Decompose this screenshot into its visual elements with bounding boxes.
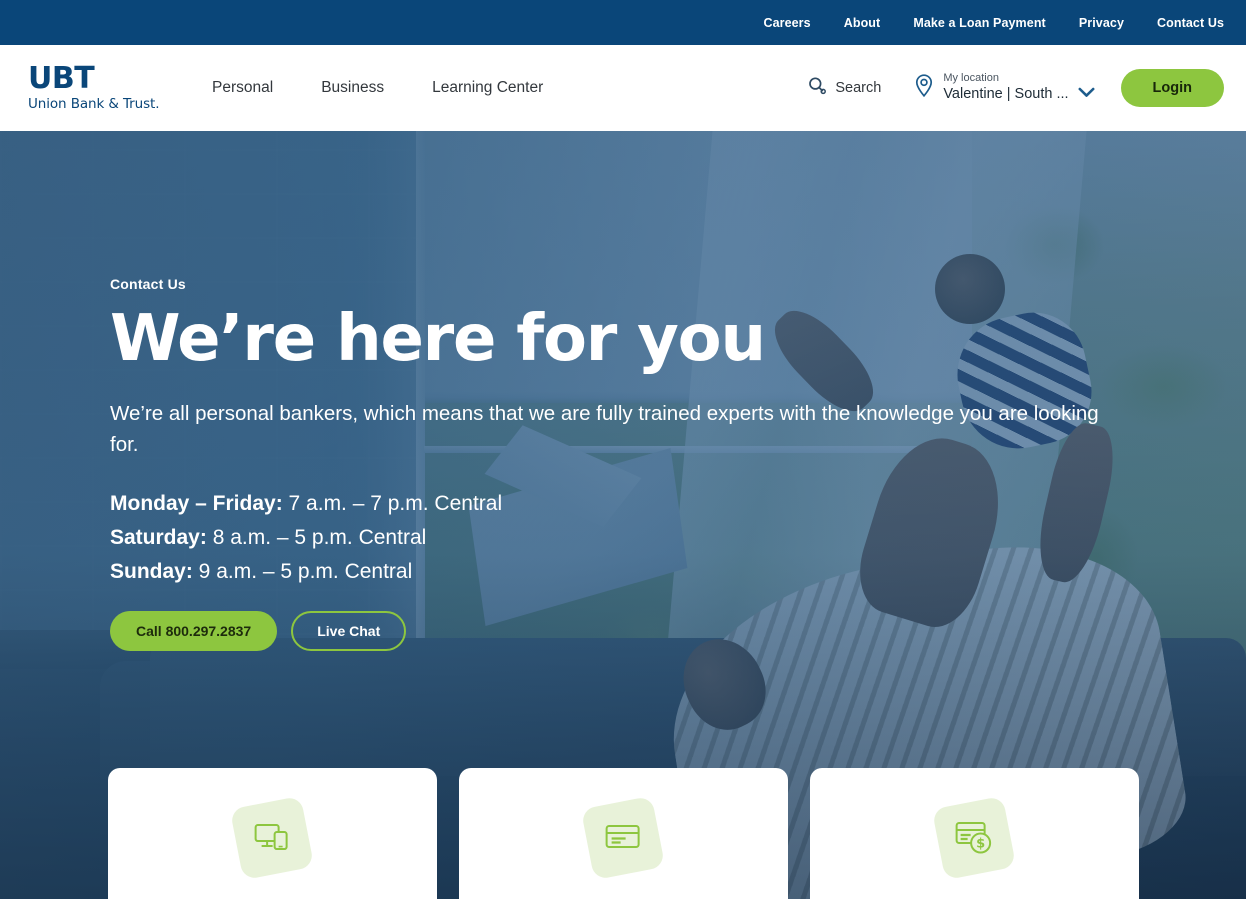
hours-row: Sunday: 9 a.m. – 5 p.m. Central: [110, 555, 1140, 589]
feature-card-card-payment[interactable]: $: [809, 768, 1139, 899]
hero-eyebrow: Contact Us: [110, 276, 186, 292]
location-picker[interactable]: My location Valentine | South ...: [913, 72, 1095, 104]
live-chat-button[interactable]: Live Chat: [291, 610, 407, 651]
utility-link-careers[interactable]: Careers: [763, 16, 810, 30]
hours-list: Monday – Friday: 7 a.m. – 7 p.m. Central…: [110, 487, 1140, 589]
devices-icon-tile: [229, 795, 315, 881]
utility-link-about[interactable]: About: [844, 16, 881, 30]
feature-card-devices[interactable]: [107, 768, 437, 899]
hours-time: 9 a.m. – 5 p.m. Central: [192, 559, 413, 583]
primary-nav: Personal Business Learning Center: [212, 79, 591, 97]
utility-bar: Careers About Make a Loan Payment Privac…: [0, 0, 1246, 45]
location-row: Valentine | South ...: [943, 85, 1095, 103]
logo[interactable]: UBT Union Bank & Trust.: [28, 60, 176, 113]
logo-mark: UBT: [28, 60, 95, 96]
page-root: Careers About Make a Loan Payment Privac…: [0, 0, 1246, 899]
hours-days: Saturday:: [110, 525, 207, 549]
chevron-down-icon[interactable]: [1078, 85, 1095, 103]
search-button[interactable]: Search: [803, 72, 885, 105]
hero-description: We’re all personal bankers, which means …: [110, 402, 1099, 456]
hours-row: Saturday: 8 a.m. – 5 p.m. Central: [110, 521, 1140, 555]
nav-link-learning-center[interactable]: Learning Center: [432, 79, 543, 97]
utility-link-contact-us[interactable]: Contact Us: [1157, 16, 1224, 30]
call-button[interactable]: Call 800.297.2837: [110, 610, 278, 651]
utility-link-privacy[interactable]: Privacy: [1079, 16, 1124, 30]
feature-cards: $: [0, 768, 1246, 899]
main-header: UBT Union Bank & Trust. Personal Busines…: [0, 45, 1246, 131]
logo-name: Union Bank & Trust.: [28, 95, 160, 112]
hours-time: 8 a.m. – 5 p.m. Central: [206, 525, 427, 549]
hours-days: Monday – Friday:: [110, 491, 283, 515]
header-right: Search My location Valentine | South ...: [803, 69, 1246, 107]
credit-card-icon: [598, 811, 648, 865]
hero-actions: Call 800.297.2837 Live Chat: [110, 610, 1140, 651]
hero-content: Contact Us We’re here for you We’re all …: [110, 276, 1140, 651]
hours-time: 7 a.m. – 7 p.m. Central: [282, 491, 503, 515]
svg-text:$: $: [976, 836, 985, 851]
location-text: My location Valentine | South ...: [943, 72, 1095, 103]
location-eyebrow: My location: [943, 72, 999, 85]
nav-link-personal[interactable]: Personal: [212, 79, 273, 97]
map-pin-icon: [913, 73, 935, 104]
nav-link-business[interactable]: Business: [321, 79, 384, 97]
feature-card-credit-card[interactable]: [458, 768, 788, 899]
hours-row: Monday – Friday: 7 a.m. – 7 p.m. Central: [110, 487, 1140, 521]
credit-card-icon-tile: [580, 795, 666, 881]
card-payment-icon: $: [948, 810, 1001, 866]
page-title: We’re here for you: [110, 302, 766, 376]
devices-icon: [247, 811, 297, 865]
hours-days: Sunday:: [110, 559, 193, 583]
utility-link-make-a-loan-payment[interactable]: Make a Loan Payment: [913, 16, 1046, 30]
search-icon: [807, 76, 827, 101]
card-payment-icon-tile: $: [931, 795, 1017, 881]
search-label: Search: [835, 80, 882, 96]
location-value: Valentine | South ...: [943, 85, 1069, 102]
login-button[interactable]: Login: [1120, 69, 1224, 107]
